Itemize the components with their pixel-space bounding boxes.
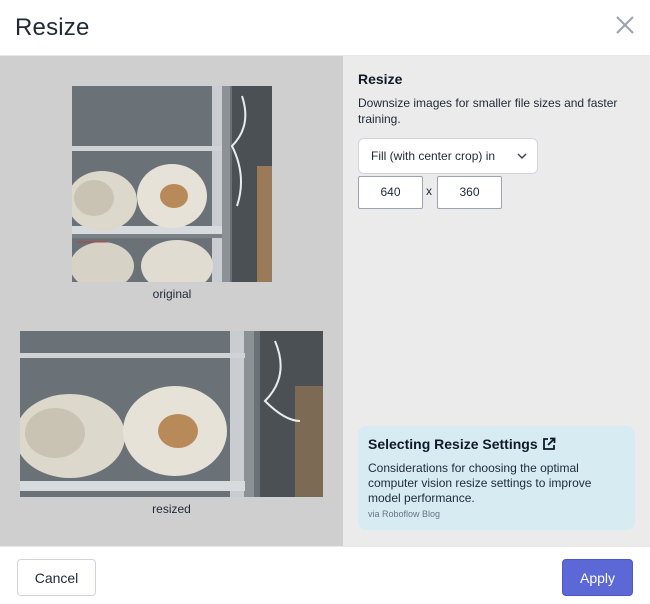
article-title[interactable]: Selecting Resize Settings — [368, 436, 625, 452]
dialog-header: Resize — [0, 0, 650, 56]
resize-mode-value: Fill (with center crop) in — [371, 149, 496, 163]
close-icon[interactable] — [614, 14, 636, 36]
article-source: via Roboflow Blog — [368, 509, 441, 519]
resized-image — [20, 331, 323, 497]
resize-dialog: Resize original resized Resize Downsize … — [0, 0, 650, 604]
width-input[interactable]: 640 — [358, 176, 423, 209]
dialog-body: original resized Resize Downsize images … — [0, 55, 650, 546]
resized-caption: resized — [152, 502, 191, 516]
height-input[interactable]: 360 — [437, 176, 502, 209]
cancel-button[interactable]: Cancel — [17, 559, 96, 596]
article-description: Considerations for choosing the optimal … — [368, 461, 592, 505]
dialog-footer: Cancel Apply — [0, 546, 650, 604]
preview-panel: original resized — [0, 56, 343, 546]
apply-button[interactable]: Apply — [562, 559, 633, 596]
original-caption: original — [152, 287, 192, 301]
external-link-icon — [542, 437, 556, 450]
dimension-separator: x — [426, 184, 432, 198]
dialog-title: Resize — [15, 14, 90, 41]
resize-mode-select[interactable]: Fill (with center crop) in — [358, 138, 538, 174]
settings-description: Downsize images for smaller file sizes a… — [358, 96, 618, 126]
original-image — [72, 86, 272, 282]
chevron-down-icon — [517, 153, 527, 159]
article-title-text: Selecting Resize Settings — [368, 436, 538, 452]
settings-title: Resize — [358, 71, 403, 87]
settings-panel: Resize Downsize images for smaller file … — [343, 56, 650, 546]
resize-settings-article-card[interactable]: Selecting Resize Settings Considerations… — [358, 426, 635, 530]
